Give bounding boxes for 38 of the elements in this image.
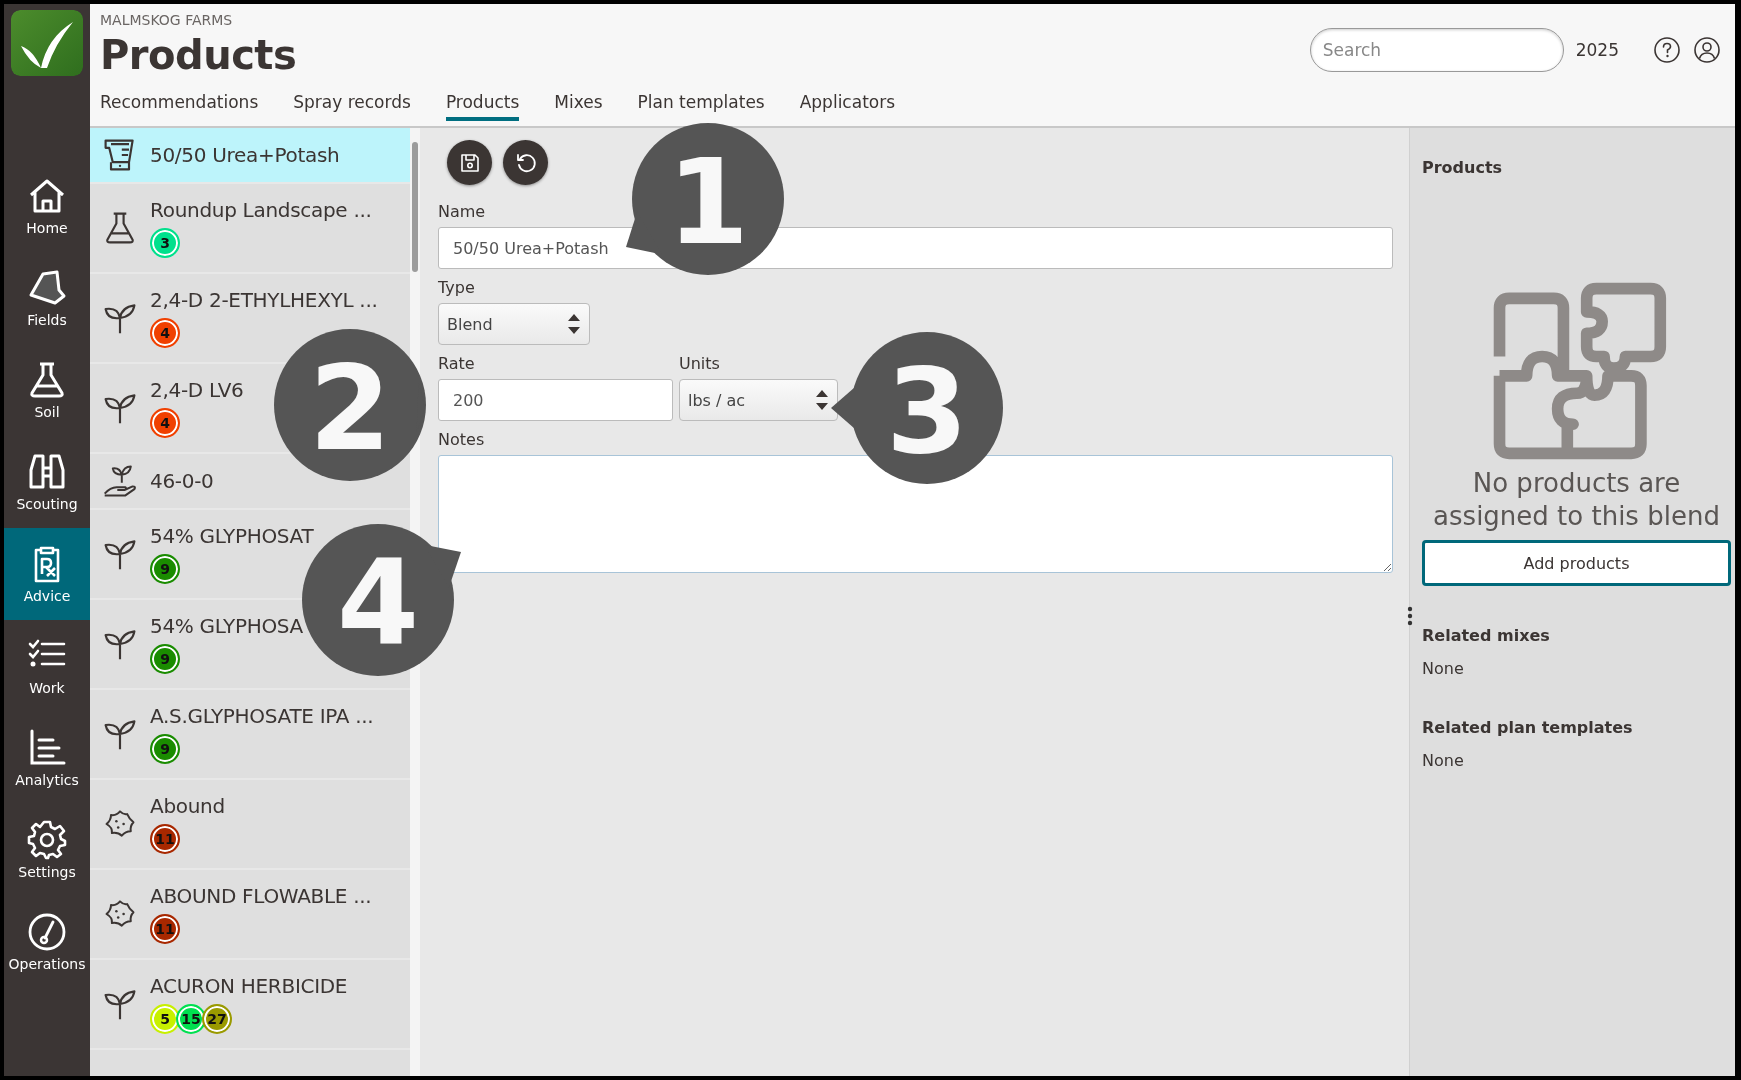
product-name: 2,4-D LV6 xyxy=(150,378,245,402)
product-name: 54% GLYPHOSAT xyxy=(150,524,315,548)
section-value: None xyxy=(1422,751,1465,770)
group-badge: 11 xyxy=(150,914,180,944)
product-name: ACURON HERBICIDE xyxy=(150,974,349,998)
product-name: 46-0-0 xyxy=(150,469,215,493)
field-label: Rate xyxy=(438,354,476,373)
product-name: Roundup Landscape ... xyxy=(150,198,373,222)
group-badge: 9 xyxy=(150,644,180,674)
product-name: A.S.GLYPHOSATE IPA ... xyxy=(150,704,375,728)
callout-tooltip: 2 xyxy=(274,329,426,481)
field-label: Name xyxy=(438,202,487,221)
group-badge: 15 xyxy=(176,1004,206,1034)
empty-state-message: No products are assigned to this blend xyxy=(1432,467,1721,532)
field-label: Units xyxy=(679,354,721,373)
organization-name: MALMSKOG FARMS xyxy=(100,12,234,28)
field-label: Notes xyxy=(438,430,486,449)
panel-title: Products xyxy=(1422,158,1504,177)
callout-tooltip: 3 xyxy=(831,332,1003,484)
page-title: Products xyxy=(100,32,298,78)
product-name: 50/50 Urea+Potash xyxy=(150,143,341,167)
group-badge: 27 xyxy=(202,1004,232,1034)
callout-tooltip: 1 xyxy=(626,123,784,275)
group-badge: 4 xyxy=(150,408,180,438)
product-name: 54% GLYPHOSA xyxy=(150,614,304,638)
group-badge: 4 xyxy=(150,318,180,348)
product-name: 2,4-D 2-ETHYLHEXYL ... xyxy=(150,288,379,312)
product-name: Abound xyxy=(150,794,226,818)
section-value: None xyxy=(1422,659,1465,678)
group-badge: 9 xyxy=(150,734,180,764)
product-name: ABOUND FLOWABLE ... xyxy=(150,884,373,908)
section-title: Related mixes xyxy=(1422,626,1551,645)
group-badge: 3 xyxy=(150,228,180,258)
group-badge: 5 xyxy=(150,1004,180,1034)
group-badge: 11 xyxy=(150,824,180,854)
field-label: Type xyxy=(438,278,476,297)
group-badge: 9 xyxy=(150,554,180,584)
section-title: Related plan templates xyxy=(1422,718,1634,737)
